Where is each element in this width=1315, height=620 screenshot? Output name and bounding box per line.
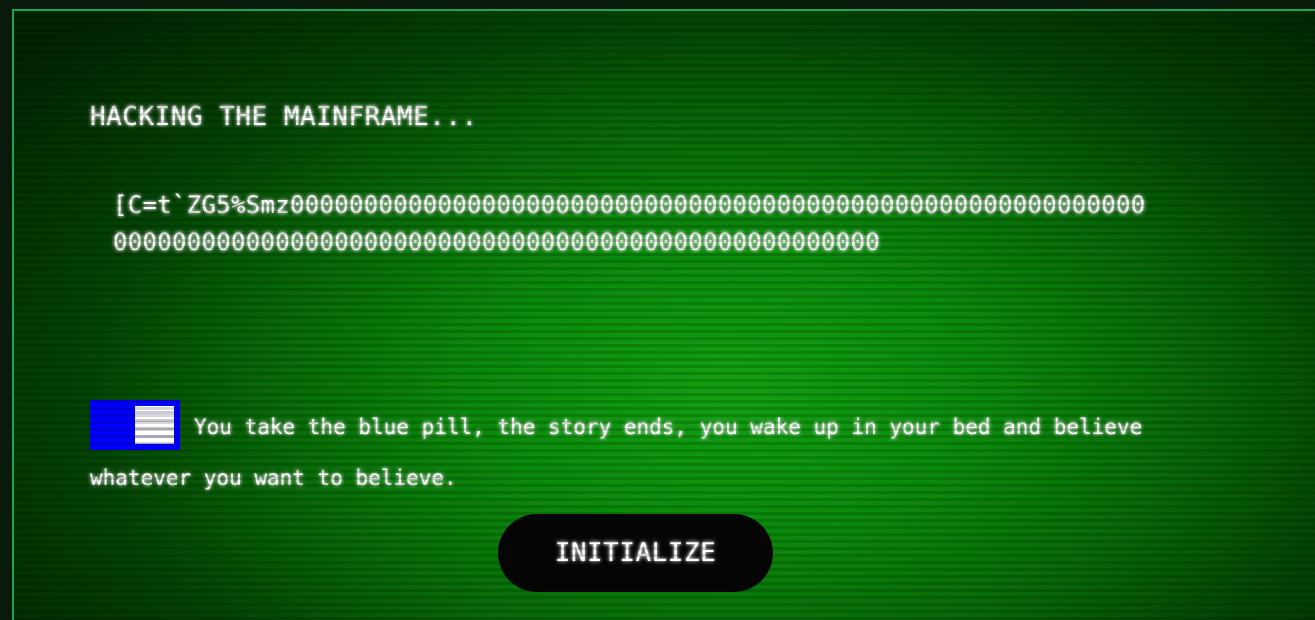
pill-stripes — [135, 406, 174, 444]
story-text: You take the blue pill, the story ends, … — [90, 415, 1143, 490]
blue-pill-icon — [90, 400, 180, 450]
hash-output: [C=t`ZG5%Smz0000000000000000000000000000… — [113, 191, 1146, 256]
terminal-screen: HACKING THE MAINFRAME... [C=t`ZG5%Smz000… — [12, 9, 1315, 620]
story-text-block: You take the blue pill, the story ends, … — [90, 400, 1160, 504]
page-title: HACKING THE MAINFRAME... — [90, 102, 478, 132]
initialize-button[interactable]: INITIALIZE — [498, 514, 773, 592]
